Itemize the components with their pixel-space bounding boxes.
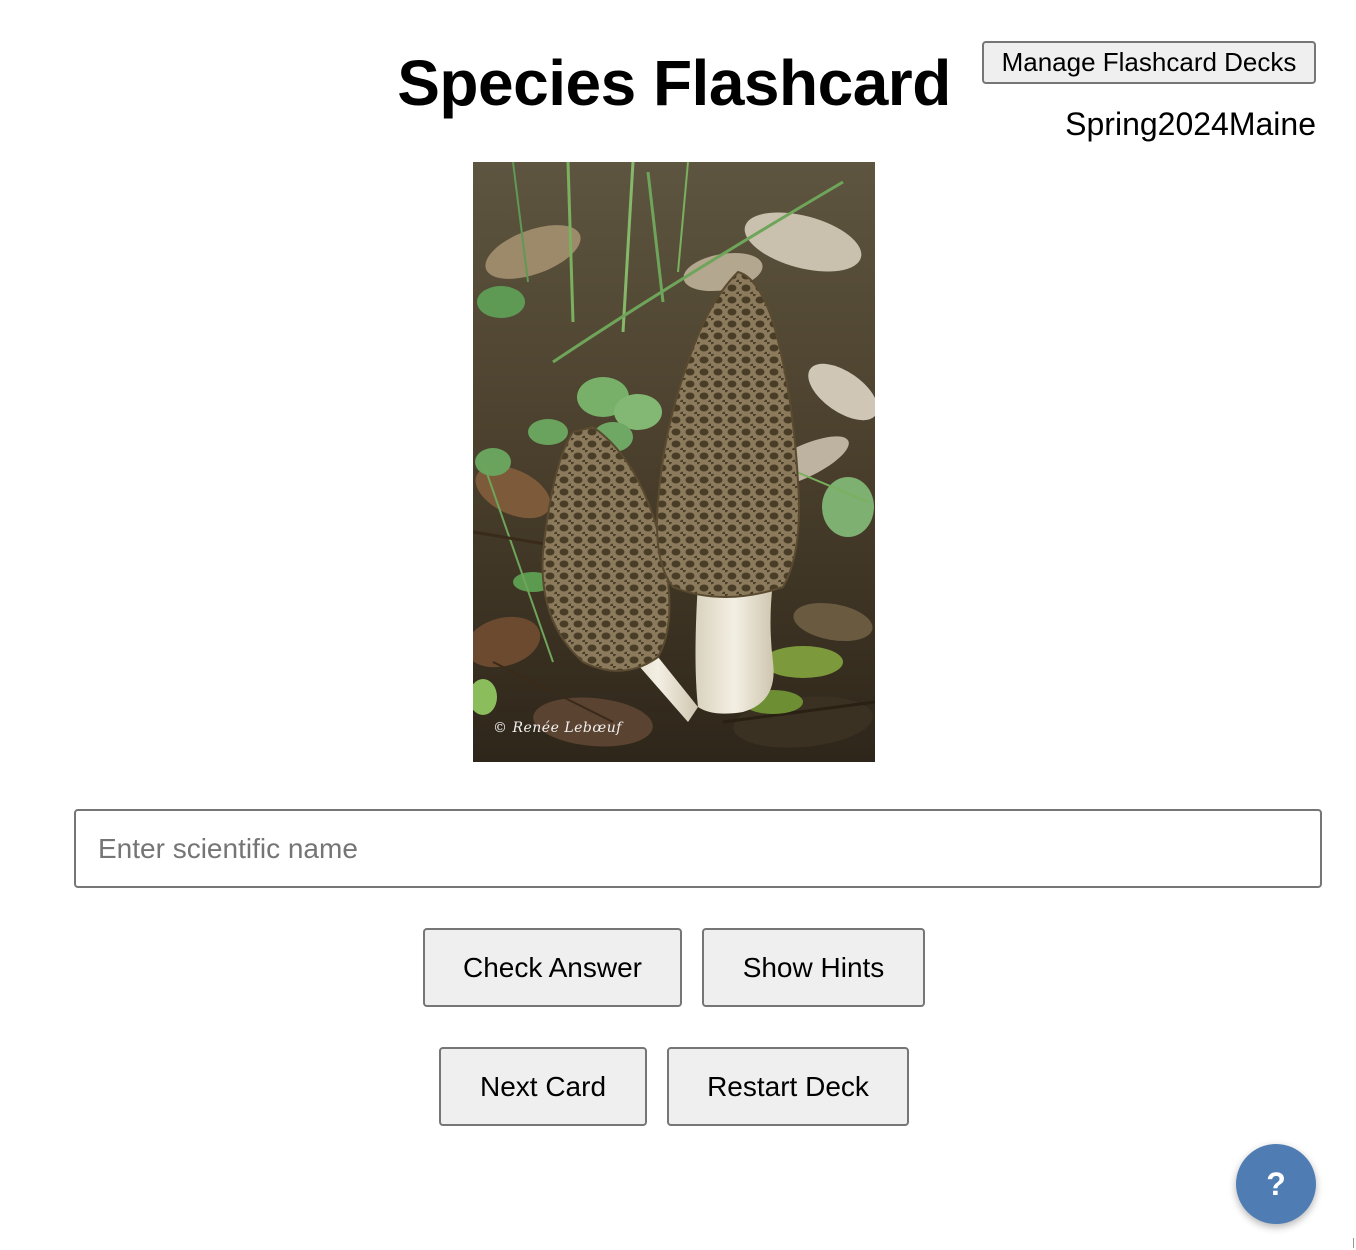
current-deck-name: Spring2024Maine — [1065, 106, 1316, 142]
morel-mushroom-illustration — [473, 162, 875, 762]
show-hints-button[interactable]: Show Hints — [702, 928, 925, 1007]
restart-deck-button[interactable]: Restart Deck — [667, 1047, 909, 1126]
resize-handle[interactable] — [1353, 1238, 1354, 1248]
manage-flashcard-decks-button[interactable]: Manage Flashcard Decks — [982, 41, 1316, 84]
scientific-name-input[interactable] — [74, 809, 1322, 888]
check-answer-button[interactable]: Check Answer — [423, 928, 682, 1007]
flashcard-page: Species Flashcard Manage Flashcard Decks… — [0, 0, 1356, 1250]
species-photo: © Renée Lebœuf — [473, 162, 875, 762]
next-card-button[interactable]: Next Card — [439, 1047, 647, 1126]
help-button[interactable]: ? — [1236, 1144, 1316, 1224]
photo-credit: © Renée Lebœuf — [493, 720, 622, 736]
